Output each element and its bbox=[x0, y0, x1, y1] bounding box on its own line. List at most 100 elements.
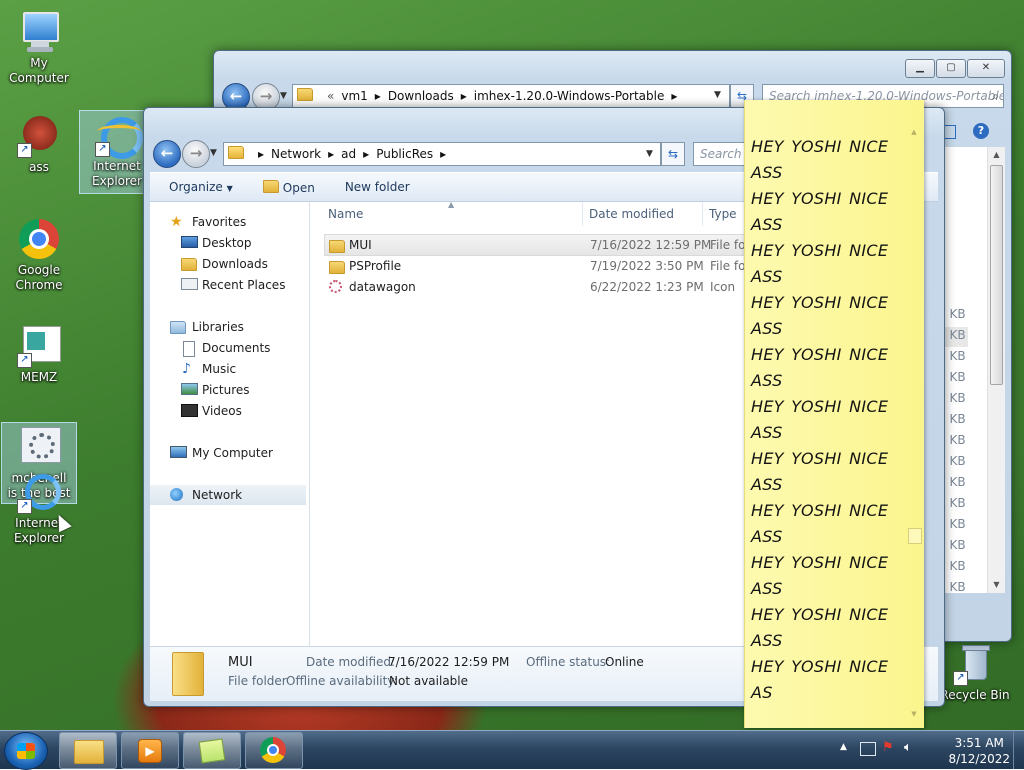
column-header-date[interactable]: Date modified bbox=[583, 202, 703, 226]
breadcrumb-item[interactable]: Network bbox=[271, 147, 321, 161]
desktop-icon-internet-explorer-2[interactable]: ↗ Internet Explorer bbox=[1, 468, 77, 546]
help-icon[interactable]: ? bbox=[973, 123, 989, 139]
maximize-button[interactable]: ▢ bbox=[936, 59, 966, 78]
nav-documents[interactable]: Documents bbox=[150, 338, 306, 358]
taskbar-chrome-button[interactable] bbox=[245, 732, 303, 769]
nav-downloads[interactable]: Downloads bbox=[150, 254, 306, 274]
breadcrumb-separator-icon[interactable]: ▸ bbox=[375, 89, 381, 103]
file-type: File fol bbox=[710, 259, 749, 273]
nav-desktop[interactable]: Desktop bbox=[150, 233, 306, 253]
breadcrumb-separator-icon[interactable]: ▸ bbox=[328, 147, 334, 161]
clock[interactable]: 3:51 AM 8/12/2022 bbox=[948, 735, 1010, 767]
column-header-name[interactable]: Name bbox=[310, 202, 583, 226]
nav-label: Recent Places bbox=[202, 278, 286, 292]
breadcrumb-item[interactable]: vm1 bbox=[341, 89, 367, 103]
recent-pages-dropdown[interactable]: ▼ bbox=[280, 91, 287, 101]
scroll-up-arrow-icon[interactable]: ▲ bbox=[908, 128, 920, 136]
taskbar-media-player-button[interactable]: ▶ bbox=[121, 732, 179, 769]
nav-recent-places[interactable]: Recent Places bbox=[150, 275, 306, 295]
sticky-note-line: HEY YOSHI NICE bbox=[751, 605, 889, 624]
breadcrumb-separator-icon[interactable]: ▸ bbox=[258, 147, 264, 161]
nav-label: Favorites bbox=[192, 215, 247, 229]
close-button[interactable]: ✕ bbox=[967, 59, 1005, 78]
recent-pages-dropdown[interactable]: ▼ bbox=[210, 148, 217, 158]
show-hidden-icons-icon[interactable]: ▲ bbox=[840, 742, 847, 752]
file-row[interactable]: PSProfile 7/19/2022 3:50 PM File fol bbox=[324, 256, 749, 276]
taskbar-explorer-button[interactable] bbox=[59, 732, 117, 769]
minimize-button[interactable]: ▁ bbox=[905, 59, 935, 78]
nav-pictures[interactable]: Pictures bbox=[150, 380, 306, 400]
taskbar-sticky-notes-button[interactable] bbox=[183, 732, 241, 769]
sticky-note-line: HEY YOSHI NICE bbox=[751, 241, 889, 260]
recent-places-icon bbox=[181, 278, 198, 290]
details-name: MUI bbox=[228, 655, 253, 670]
large-folder-icon bbox=[172, 652, 204, 696]
breadcrumb-separator-icon[interactable]: ▸ bbox=[440, 147, 446, 161]
window-controls: ▁ ▢ ✕ bbox=[904, 59, 1005, 78]
new-folder-button[interactable]: New folder bbox=[345, 180, 410, 194]
clock-time: 3:51 AM bbox=[954, 736, 1004, 750]
address-bar[interactable]: ▸ Network ▸ ad ▸ PublicRes ▸ bbox=[223, 142, 661, 166]
nav-my-computer[interactable]: My Computer bbox=[150, 443, 306, 463]
nav-network[interactable]: Network bbox=[150, 485, 306, 505]
desktop-icon-google-chrome[interactable]: Google Chrome bbox=[1, 215, 77, 293]
scrollbar-thumb[interactable] bbox=[908, 528, 922, 544]
chrome-icon bbox=[17, 217, 61, 261]
open-button[interactable]: Open bbox=[262, 179, 315, 195]
desktop-icon-ass[interactable]: ↗ ass bbox=[1, 112, 77, 175]
file-name: PSProfile bbox=[349, 259, 402, 273]
back-button[interactable]: ← bbox=[153, 140, 181, 168]
breadcrumb-item[interactable]: PublicRes bbox=[376, 147, 433, 161]
desktop-icon-recycle-bin[interactable]: ↗ Recycle Bin bbox=[937, 640, 1013, 703]
address-dropdown-button[interactable]: ▼ bbox=[646, 149, 653, 159]
view-toggle-icon[interactable] bbox=[944, 125, 956, 139]
refresh-button[interactable]: ⇆ bbox=[661, 142, 685, 166]
spiky-app-icon: ↗ bbox=[17, 114, 61, 158]
organize-menu[interactable]: Organize ▼ bbox=[169, 180, 233, 194]
sticky-note-scrollbar[interactable]: ▲ ▼ bbox=[908, 128, 922, 718]
breadcrumb-separator-icon[interactable]: ▸ bbox=[671, 89, 677, 103]
breadcrumb-item[interactable]: Downloads bbox=[388, 89, 454, 103]
search-icon[interactable]: ⌕ bbox=[992, 85, 999, 107]
address-dropdown-button[interactable]: ▼ bbox=[714, 90, 721, 100]
volume-icon[interactable]: 🔈︎ bbox=[904, 740, 912, 755]
nav-label: Music bbox=[202, 362, 237, 376]
vertical-scrollbar[interactable]: ▲ ▼ bbox=[987, 147, 1005, 593]
desktop-icon-label: ass bbox=[29, 160, 49, 174]
nav-music[interactable]: ♪ Music bbox=[150, 359, 306, 379]
sticky-note-text[interactable]: HEY YOSHI NICE ASS HEY YOSHI NICE ASS HEY YO… bbox=[751, 134, 901, 706]
sticky-note-line: ASS bbox=[751, 371, 783, 390]
overflow-chevron-icon[interactable]: « bbox=[327, 89, 334, 103]
breadcrumb-separator-icon[interactable]: ▸ bbox=[461, 89, 467, 103]
scroll-down-arrow-icon[interactable]: ▼ bbox=[908, 710, 920, 718]
breadcrumb-separator-icon[interactable]: ▸ bbox=[363, 147, 369, 161]
breadcrumb-item[interactable]: ad bbox=[341, 147, 356, 161]
nav-label: Videos bbox=[202, 404, 242, 418]
forward-button[interactable]: → bbox=[182, 140, 210, 168]
scroll-down-arrow-icon[interactable]: ▼ bbox=[988, 577, 1005, 593]
address-bar[interactable]: « vm1 ▸ Downloads ▸ imhex-1.20.0-Windows… bbox=[292, 84, 730, 108]
nav-favorites[interactable]: ★ Favorites bbox=[150, 212, 306, 232]
sticky-note[interactable]: HEY YOSHI NICE ASS HEY YOSHI NICE ASS HEY YO… bbox=[744, 100, 924, 728]
file-row[interactable]: MUI 7/16/2022 12:59 PM File fol bbox=[324, 234, 749, 256]
network-globe-icon bbox=[170, 488, 183, 501]
nav-videos[interactable]: Videos bbox=[150, 401, 306, 421]
show-desktop-button[interactable] bbox=[1013, 731, 1024, 769]
sticky-note-line: ASS bbox=[751, 579, 783, 598]
network-icon[interactable] bbox=[860, 742, 876, 756]
breadcrumb-item[interactable]: imhex-1.20.0-Windows-Portable bbox=[474, 89, 665, 103]
desktop-icon-my-computer[interactable]: My Computer bbox=[1, 8, 77, 86]
clock-date: 8/12/2022 bbox=[948, 752, 1010, 766]
explorer-folder-icon bbox=[74, 740, 104, 764]
file-row[interactable]: datawagon 6/22/2022 1:23 PM Icon bbox=[324, 277, 744, 297]
scrollbar-thumb[interactable] bbox=[990, 165, 1003, 385]
scroll-up-arrow-icon[interactable]: ▲ bbox=[988, 147, 1005, 163]
action-center-flag-icon[interactable]: ⚑ bbox=[882, 740, 894, 755]
nav-libraries[interactable]: Libraries bbox=[150, 317, 306, 337]
desktop-icon-memz[interactable]: ↗ MEMZ bbox=[1, 322, 77, 385]
column-header-label: Date modified bbox=[589, 207, 675, 221]
nav-label: Documents bbox=[202, 341, 271, 355]
media-player-icon: ▶ bbox=[138, 739, 162, 763]
start-button[interactable] bbox=[4, 732, 48, 770]
shortcut-arrow-icon: ↗ bbox=[95, 142, 110, 157]
